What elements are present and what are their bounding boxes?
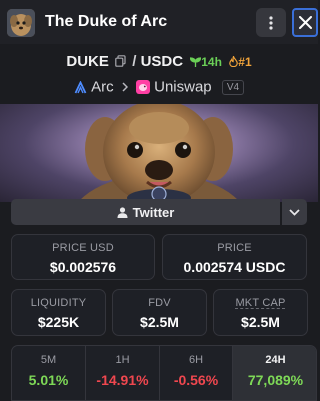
top-bar: The Duke of Arc [0,0,318,44]
seedling-icon [190,57,202,67]
tab-1h-label: 1H [115,354,130,366]
tab-5m-change: 5.01% [28,372,69,388]
tab-6h-change: -0.56% [173,372,219,388]
more-options-button[interactable] [256,8,286,37]
pair-age-value: 14h [201,55,222,69]
socials-dropdown-button[interactable] [282,199,307,225]
close-button[interactable] [292,8,318,37]
tab-5m[interactable]: 5M 5.01% [12,346,86,400]
user-icon [117,206,128,218]
chain-name[interactable]: Arc [91,79,114,96]
fdv-value: $2.5M [140,314,179,330]
market-cap-value: $2.5M [241,314,280,330]
base-symbol: DUKE [66,53,109,70]
trending-rank-value: #1 [238,55,252,69]
twitter-label: Twitter [132,204,175,220]
token-avatar [7,9,35,37]
vertical-dots-icon [269,15,273,30]
tab-24h-change: 77,089% [247,372,304,388]
quote-symbol: USDC [140,53,184,70]
price-usd-label: PRICE USD [52,242,114,254]
close-icon [298,16,312,29]
market-cap-card[interactable]: MKT CAP $2.5M [213,289,308,336]
chevron-right-icon [122,79,132,96]
tab-24h-label: 24H [265,354,286,366]
liquidity-card: LIQUIDITY $225K [11,289,106,336]
flame-icon [229,54,239,68]
token-title: The Duke of Arc [45,13,168,30]
twitter-button[interactable]: Twitter [11,199,280,225]
price-native-card: PRICE 0.002574 USDC [162,234,307,280]
chain-line: Arc Uniswap V4 [0,78,318,96]
copy-icon[interactable] [115,54,126,71]
price-usd-card: PRICE USD $0.002576 [11,234,155,280]
trending-rank: #1 [229,54,252,69]
pair-line: DUKE / USDC 14h #1 [0,53,318,71]
tab-6h-label: 6H [188,354,204,366]
pair-age: 14h [190,55,225,69]
price-usd-value: $0.002576 [49,259,117,275]
price-native-label: PRICE [217,242,252,254]
uniswap-icon [135,80,150,95]
chevron-down-icon [289,208,300,216]
liquidity-value: $225K [37,314,80,330]
token-banner-image [0,104,318,202]
tab-1h[interactable]: 1H -14.91% [86,346,160,400]
tab-6h[interactable]: 6H -0.56% [160,346,233,400]
price-change-tabs: 5M 5.01% 1H -14.91% 6H -0.56% 24H 77,089… [11,345,317,401]
pair-separator: / [132,53,137,70]
arc-chain-icon [74,79,87,93]
socials-bar: Twitter [11,199,307,225]
market-cap-label: MKT CAP [235,297,286,309]
tab-5m-label: 5M [40,354,57,366]
tab-24h[interactable]: 24H 77,089% [233,346,316,400]
price-native-value: 0.002574 USDC [183,259,286,275]
tab-1h-change: -14.91% [96,372,149,388]
dex-name[interactable]: Uniswap [154,79,212,96]
fdv-label: FDV [148,297,171,309]
liquidity-label: LIQUIDITY [30,297,87,309]
fdv-card[interactable]: FDV $2.5M [112,289,207,336]
dex-version-badge: V4 [221,79,245,95]
